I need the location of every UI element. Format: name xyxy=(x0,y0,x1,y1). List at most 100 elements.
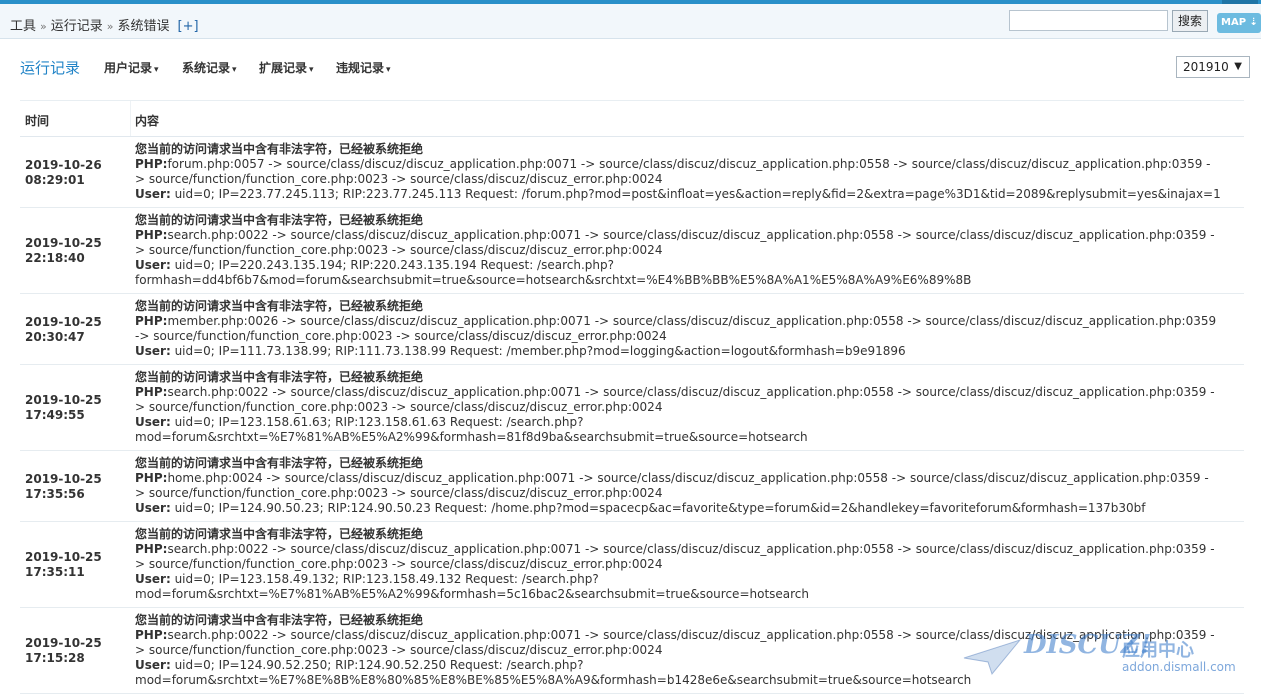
row-timestamp: 2019-10-26 08:29:01 xyxy=(25,158,102,188)
row-date: 2019-10-25 xyxy=(25,550,102,564)
php-label: PHP: xyxy=(135,228,168,242)
php-trace-line: PHP:search.php:0022 -> source/class/disc… xyxy=(135,228,1245,243)
row-content: 您当前的访问请求当中含有非法字符，已经被系统拒绝 PHP:search.php:0… xyxy=(135,213,1245,288)
php-trace-line: > source/function/function_core.php:0023… xyxy=(135,557,1245,572)
column-header-time: 时间 xyxy=(25,114,50,128)
row-content: 您当前的访问请求当中含有非法字符，已经被系统拒绝 PHP:member.php:0… xyxy=(135,299,1245,359)
watermark-domain: addon.dismall.com xyxy=(1122,660,1236,674)
breadcrumb-item-syserror: 系统错误 xyxy=(117,19,170,34)
nav-item-system-log[interactable]: 系统记录 ▾ xyxy=(182,59,237,76)
error-message: 您当前的访问请求当中含有非法字符，已经被系统拒绝 xyxy=(135,527,424,541)
column-header-content: 内容 xyxy=(135,114,160,128)
month-select-value: 201910 xyxy=(1183,60,1229,74)
php-trace-line: -> source/function/function_core.php:002… xyxy=(135,329,1245,344)
row-time: 17:35:11 xyxy=(25,565,85,579)
row-time: 22:18:40 xyxy=(25,251,85,265)
php-trace-line: > source/function/function_core.php:0023… xyxy=(135,172,1245,187)
php-label: PHP: xyxy=(135,628,168,642)
month-select[interactable]: 201910 ▼ xyxy=(1176,56,1250,78)
nav-item-user-log[interactable]: 用户记录 ▾ xyxy=(104,59,159,76)
php-trace-text: > source/function/function_core.php:0023… xyxy=(135,243,663,257)
table-row: 2019-10-25 17:35:56 您当前的访问请求当中含有非法字符，已经被系统… xyxy=(20,451,1244,522)
row-content: 您当前的访问请求当中含有非法字符，已经被系统拒绝 PHP:home.php:002… xyxy=(135,456,1245,516)
php-trace-text: > source/function/function_core.php:0023… xyxy=(135,400,663,414)
error-message: 您当前的访问请求当中含有非法字符，已经被系统拒绝 xyxy=(135,299,424,313)
user-label: User: xyxy=(135,187,171,201)
row-time: 17:35:56 xyxy=(25,487,85,501)
php-trace-text: -> source/function/function_core.php:002… xyxy=(135,329,667,343)
caret-down-icon: ▾ xyxy=(386,65,391,75)
row-content: 您当前的访问请求当中含有非法字符，已经被系统拒绝 PHP:search.php:0… xyxy=(135,527,1245,602)
breadcrumb-item-tools[interactable]: 工具 xyxy=(10,19,36,34)
php-trace-text: forum.php:0057 -> source/class/discuz/di… xyxy=(167,157,1211,171)
error-message: 您当前的访问请求当中含有非法字符，已经被系统拒绝 xyxy=(135,370,424,384)
nav-title[interactable]: 运行记录 xyxy=(20,57,80,78)
row-timestamp: 2019-10-25 17:35:11 xyxy=(25,550,102,580)
map-button[interactable]: MAP ⇣ xyxy=(1217,13,1261,33)
breadcrumb-item-runlog[interactable]: 运行记录 xyxy=(51,19,103,34)
column-divider xyxy=(130,101,131,136)
user-info-line: User: uid=0; IP=223.77.245.113; RIP:223.… xyxy=(135,187,1245,202)
search-input[interactable] xyxy=(1009,10,1168,31)
user-info-line: User: uid=0; IP=123.158.61.63; RIP:123.1… xyxy=(135,415,1245,430)
php-trace-text: home.php:0024 -> source/class/discuz/dis… xyxy=(167,471,1209,485)
error-message: 您当前的访问请求当中含有非法字符，已经被系统拒绝 xyxy=(135,142,424,156)
php-trace-line: PHP:forum.php:0057 -> source/class/discu… xyxy=(135,157,1245,172)
php-trace-text: search.php:0022 -> source/class/discuz/d… xyxy=(167,228,1215,242)
user-label: User: xyxy=(135,415,171,429)
user-info-line: formhash=dd4bf6b7&mod=forum&searchsubmit… xyxy=(135,273,1245,288)
user-info-line: User: uid=0; IP=123.158.49.132; RIP:123.… xyxy=(135,572,1245,587)
row-content: 您当前的访问请求当中含有非法字符，已经被系统拒绝 PHP:search.php:0… xyxy=(135,370,1245,445)
row-content: 您当前的访问请求当中含有非法字符，已经被系统拒绝 PHP:forum.php:00… xyxy=(135,142,1245,202)
caret-down-icon: ▾ xyxy=(309,65,314,75)
row-date: 2019-10-25 xyxy=(25,636,102,650)
php-trace-line: > source/function/function_core.php:0023… xyxy=(135,486,1245,501)
breadcrumb: 工具» 运行记录» 系统错误 [+] xyxy=(10,15,199,34)
php-trace-text: search.php:0022 -> source/class/discuz/d… xyxy=(167,542,1215,556)
user-info-text: mod=forum&srchtxt=%E7%81%AB%E5%A2%99&for… xyxy=(135,430,808,444)
nav-item-label: 用户记录 xyxy=(104,61,153,75)
php-trace-text: > source/function/function_core.php:0023… xyxy=(135,172,663,186)
php-trace-line: PHP:search.php:0022 -> source/class/disc… xyxy=(135,542,1245,557)
row-date: 2019-10-25 xyxy=(25,236,102,250)
search-button[interactable]: 搜索 xyxy=(1172,10,1208,32)
php-trace-text: > source/function/function_core.php:0023… xyxy=(135,643,663,657)
row-date: 2019-10-25 xyxy=(25,393,102,407)
nav-item-violation-log[interactable]: 违规记录 ▾ xyxy=(336,59,391,76)
php-label: PHP: xyxy=(135,542,168,556)
table-row: 2019-10-25 20:30:47 您当前的访问请求当中含有非法字符，已经被系统… xyxy=(20,294,1244,365)
php-label: PHP: xyxy=(135,314,168,328)
user-label: User: xyxy=(135,258,171,272)
nav-item-extension-log[interactable]: 扩展记录 ▾ xyxy=(259,59,314,76)
breadcrumb-separator: » xyxy=(106,20,114,33)
user-label: User: xyxy=(135,501,171,515)
error-message: 您当前的访问请求当中含有非法字符，已经被系统拒绝 xyxy=(135,213,424,227)
user-info-text: mod=forum&srchtxt=%E7%81%AB%E5%A2%99&for… xyxy=(135,587,810,601)
php-trace-line: > source/function/function_core.php:0023… xyxy=(135,243,1245,258)
row-timestamp: 2019-10-25 22:18:40 xyxy=(25,236,102,266)
row-time: 20:30:47 xyxy=(25,330,85,344)
user-info-text: uid=0; IP=124.90.50.23; RIP:124.90.50.23… xyxy=(170,501,1146,515)
table-header: 时间 内容 xyxy=(20,101,1244,137)
row-date: 2019-10-26 xyxy=(25,158,102,172)
paper-plane-icon xyxy=(963,639,1022,676)
row-time: 17:15:28 xyxy=(25,651,85,665)
add-shortcut-link[interactable]: [+] xyxy=(178,19,199,34)
row-timestamp: 2019-10-25 20:30:47 xyxy=(25,315,102,345)
table-row: 2019-10-25 17:49:55 您当前的访问请求当中含有非法字符，已经被系统… xyxy=(20,365,1244,451)
php-trace-text: > source/function/function_core.php:0023… xyxy=(135,486,663,500)
row-timestamp: 2019-10-25 17:49:55 xyxy=(25,393,102,423)
row-time: 17:49:55 xyxy=(25,408,85,422)
php-trace-text: member.php:0026 -> source/class/discuz/d… xyxy=(167,314,1217,328)
php-trace-line: PHP:home.php:0024 -> source/class/discuz… xyxy=(135,471,1245,486)
error-log-table: 时间 内容 2019-10-26 08:29:01 您当前的访问请求当中含有非法字符… xyxy=(20,100,1244,694)
caret-down-icon: ▾ xyxy=(154,65,159,75)
user-info-text: mod=forum&srchtxt=%E7%8E%8B%E8%80%85%E8%… xyxy=(135,673,972,687)
user-info-line: mod=forum&srchtxt=%E7%81%AB%E5%A2%99&for… xyxy=(135,430,1245,445)
php-label: PHP: xyxy=(135,157,168,171)
row-date: 2019-10-25 xyxy=(25,472,102,486)
user-info-line: User: uid=0; IP=220.243.135.194; RIP:220… xyxy=(135,258,1245,273)
caret-down-icon: ▾ xyxy=(232,65,237,75)
watermark-subtitle: 应用中心 xyxy=(1122,640,1194,661)
user-info-text: uid=0; IP=124.90.52.250; RIP:124.90.52.2… xyxy=(170,658,584,672)
